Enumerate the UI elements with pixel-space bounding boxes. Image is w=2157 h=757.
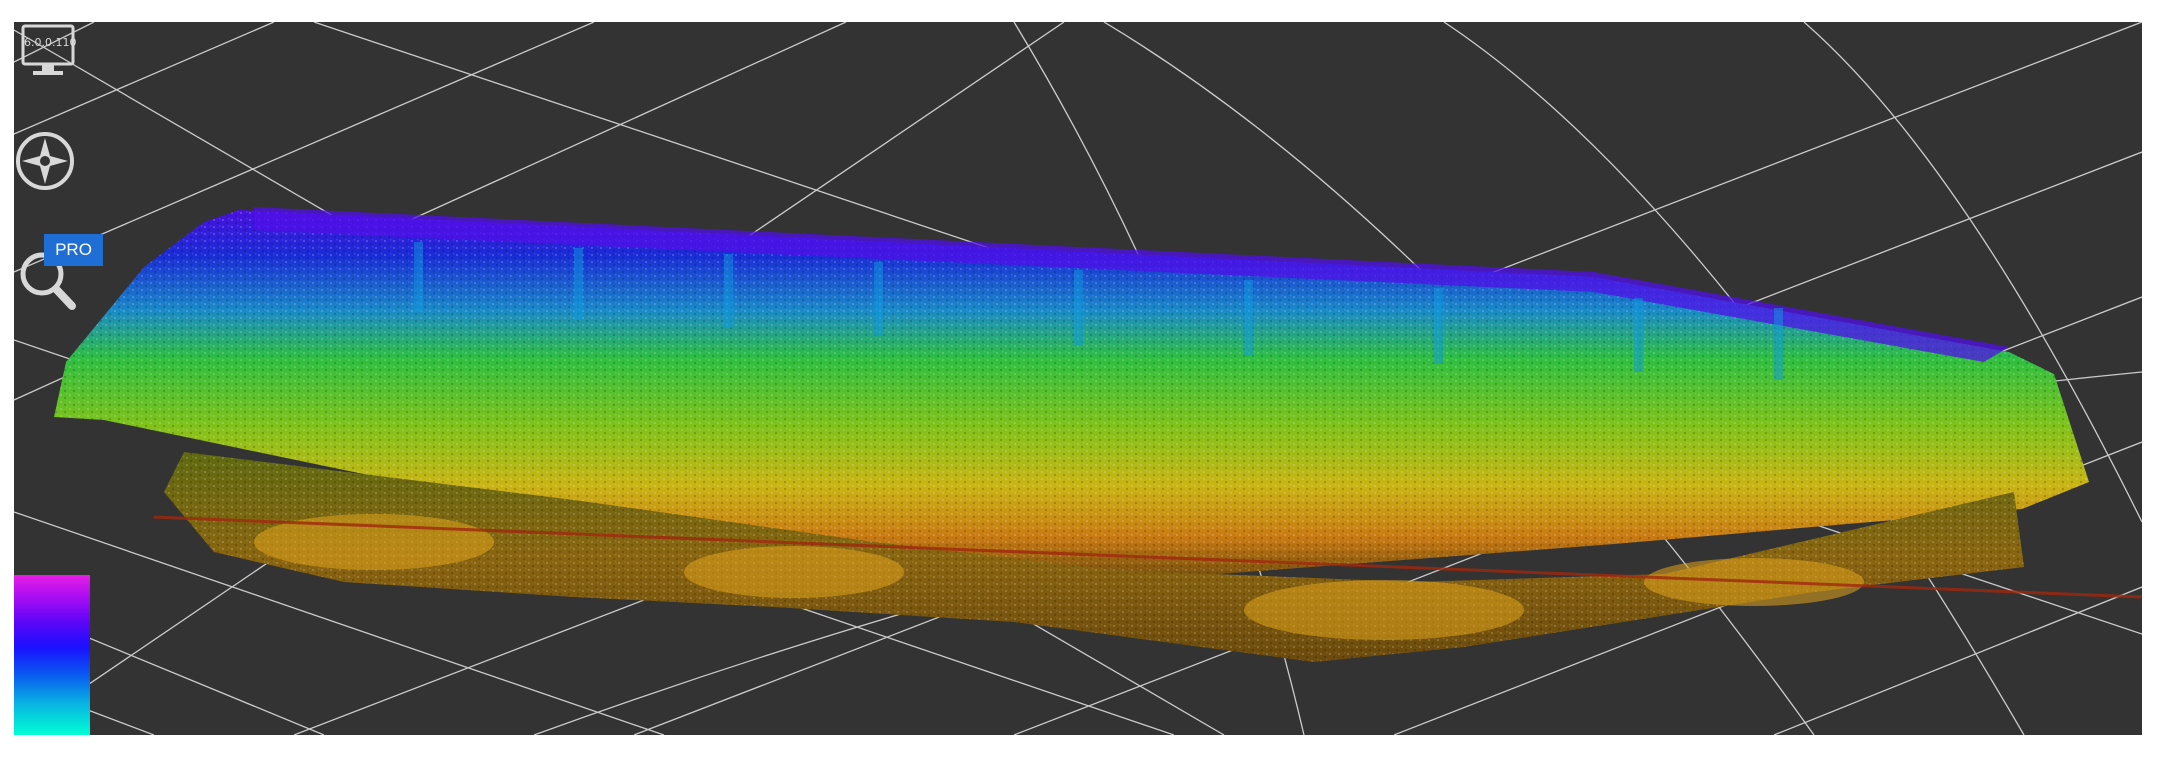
- monitor-icon: [21, 24, 75, 75]
- point-cloud-scene[interactable]: [14, 22, 2142, 735]
- monitor-button[interactable]: 6.0.0.110: [20, 24, 78, 80]
- point-cloud-viewport[interactable]: 6.0.0.110 PRO: [14, 22, 2142, 735]
- pro-badge: PRO: [44, 234, 103, 266]
- point-cloud-train: [54, 207, 2142, 662]
- compass-icon: [16, 132, 74, 190]
- elevation-color-legend: [14, 575, 90, 735]
- compass-button[interactable]: [14, 130, 76, 192]
- version-label: 6.0.0.110: [24, 36, 77, 49]
